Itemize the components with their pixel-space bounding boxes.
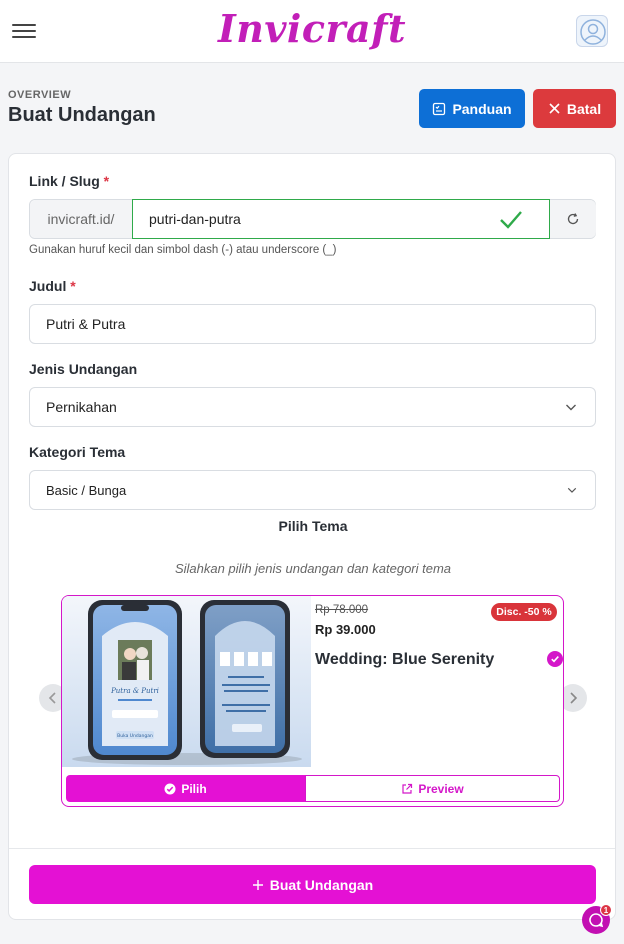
external-link-icon bbox=[402, 783, 413, 794]
pilih-theme-button[interactable]: Pilih bbox=[66, 775, 305, 802]
slug-prefix: invicraft.id/ bbox=[30, 200, 133, 238]
chevron-right-icon bbox=[570, 692, 578, 704]
theme-preview-image: Putra & Putri Buka Undangan bbox=[62, 596, 311, 767]
form-footer-divider bbox=[9, 848, 615, 849]
check-circle-icon bbox=[164, 783, 176, 794]
panduan-button[interactable]: Panduan bbox=[419, 89, 525, 128]
judul-input[interactable]: Putri & Putra bbox=[29, 304, 596, 344]
slug-input-group: invicraft.id/ putri-dan-putra bbox=[29, 199, 596, 239]
jenis-undangan-select[interactable]: Pernikahan bbox=[29, 387, 596, 427]
pilih-label: Pilih bbox=[181, 781, 207, 796]
close-icon bbox=[549, 103, 560, 114]
judul-label: Judul * bbox=[29, 278, 76, 294]
pilih-tema-heading: Pilih Tema bbox=[278, 518, 348, 534]
tema-hint-text: Silahkan pilih jenis undangan dan katego… bbox=[174, 561, 452, 576]
kategori-tema-label: Kategori Tema bbox=[29, 444, 126, 460]
refresh-icon bbox=[567, 213, 579, 225]
plus-icon bbox=[252, 879, 263, 890]
preview-label: Preview bbox=[418, 781, 464, 796]
chevron-left-icon bbox=[48, 692, 56, 704]
preview-theme-button[interactable]: Preview bbox=[305, 775, 560, 802]
chevron-down-icon bbox=[567, 487, 577, 493]
batal-button[interactable]: Batal bbox=[533, 89, 616, 128]
top-navbar: Invicraft bbox=[0, 0, 624, 63]
checklist-icon bbox=[433, 102, 446, 115]
jenis-undangan-label: Jenis Undangan bbox=[29, 361, 138, 377]
buat-undangan-submit-button[interactable]: Buat Undangan bbox=[29, 865, 596, 904]
slug-label: Link / Slug * bbox=[29, 173, 110, 189]
discount-badge: Disc. -50 % bbox=[491, 603, 557, 621]
check-icon bbox=[500, 211, 522, 229]
mockup-open-button: Buka Undangan bbox=[117, 733, 153, 739]
refresh-slug-button[interactable] bbox=[550, 200, 596, 238]
chevron-down-icon bbox=[566, 404, 576, 411]
theme-card[interactable]: Putra & Putri Buka Undangan Rp 78.000 Rp… bbox=[61, 595, 564, 807]
create-invitation-form: Link / Slug * invicraft.id/ putri-dan-pu… bbox=[8, 153, 616, 920]
brand-logo[interactable]: Invicraft bbox=[0, 6, 624, 51]
slug-help-text: Gunakan huruf kecil dan simbol dash (-) … bbox=[29, 244, 337, 256]
user-avatar-icon[interactable] bbox=[576, 15, 608, 47]
page-overline: OVERVIEW bbox=[8, 89, 72, 101]
batal-label: Batal bbox=[566, 100, 602, 117]
submit-label: Buat Undangan bbox=[269, 876, 374, 893]
page-title: Buat Undangan bbox=[8, 104, 156, 126]
theme-old-price: Rp 78.000 bbox=[315, 604, 369, 616]
theme-name: Wedding: Blue Serenity bbox=[315, 651, 495, 668]
chat-unread-badge: 1 bbox=[600, 904, 612, 916]
mockup-couple-names: Putra & Putri bbox=[110, 687, 159, 695]
selected-check-icon bbox=[547, 651, 563, 667]
kategori-tema-select[interactable]: Basic / Bunga bbox=[29, 470, 596, 510]
panduan-label: Panduan bbox=[452, 100, 512, 117]
theme-new-price: Rp 39.000 bbox=[315, 622, 376, 637]
slug-input[interactable]: putri-dan-putra bbox=[132, 199, 550, 239]
